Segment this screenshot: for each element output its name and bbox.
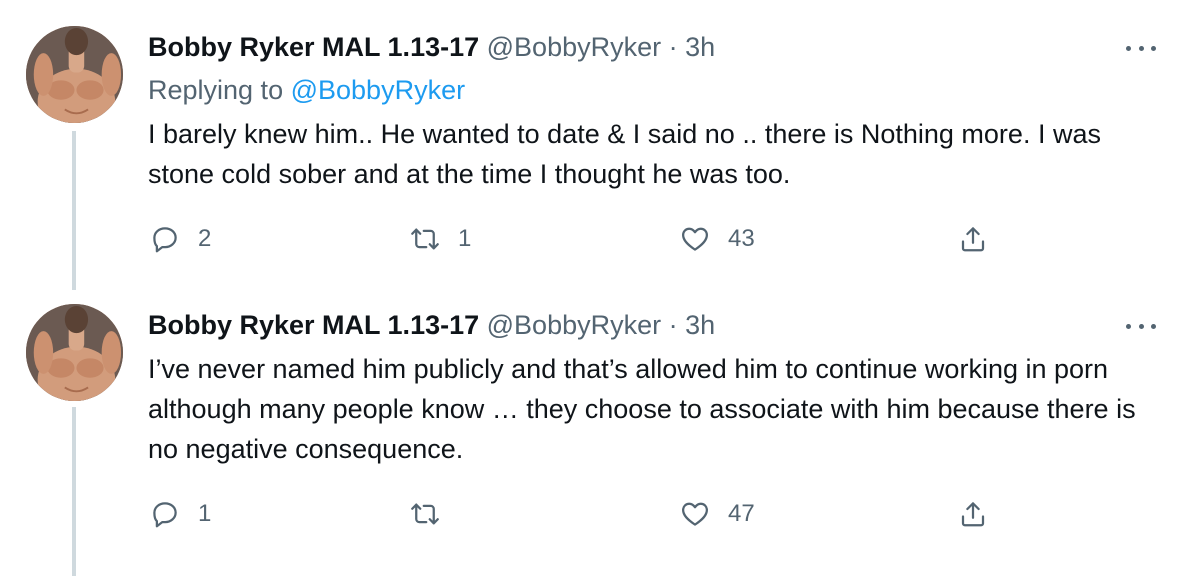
share-icon [961, 227, 985, 252]
retweet-icon [411, 228, 439, 250]
avatar[interactable] [26, 304, 123, 401]
avatar-photo [26, 26, 123, 123]
author-name[interactable]: Bobby Ryker MAL 1.13-17 [148, 310, 479, 340]
tweet-text: I barely knew him.. He wanted to date & … [148, 119, 1101, 189]
share-icon [961, 502, 985, 527]
like-count: 47 [728, 500, 755, 527]
header-separator: · [668, 310, 678, 340]
retweet-count: 1 [458, 225, 472, 252]
header-separator: · [668, 32, 678, 62]
tweet-text: I’ve never named him publicly and that’s… [148, 354, 1136, 464]
author-handle[interactable]: @BobbyRyker [487, 32, 661, 62]
reply-icon [153, 227, 177, 253]
heart-icon [682, 502, 708, 526]
avatar[interactable] [26, 26, 123, 123]
reply-count: 1 [198, 500, 212, 527]
replying-mention-link[interactable]: @BobbyRyker [291, 75, 465, 105]
retweet-button[interactable]: 1 [410, 221, 471, 257]
tweet-actions: 1 47 [148, 496, 1008, 532]
reply-count: 2 [198, 225, 212, 252]
like-count: 43 [728, 225, 755, 252]
tweet-header: Bobby Ryker MAL 1.13-17 @BobbyRyker · 3h [148, 308, 715, 342]
share-button[interactable] [958, 496, 988, 532]
author-name[interactable]: Bobby Ryker MAL 1.13-17 [148, 32, 479, 62]
reply-button[interactable]: 1 [150, 496, 211, 532]
like-button[interactable]: 43 [680, 221, 755, 257]
heart-icon [682, 227, 708, 251]
tweet-header: Bobby Ryker MAL 1.13-17 @BobbyRyker · 3h [148, 30, 715, 64]
tweet[interactable]: Bobby Ryker MAL 1.13-17 @BobbyRyker · 3h… [0, 0, 1194, 290]
share-button[interactable] [958, 221, 988, 257]
retweet-button[interactable] [410, 496, 458, 532]
reply-icon [153, 502, 177, 528]
like-button[interactable]: 47 [680, 496, 755, 532]
author-handle[interactable]: @BobbyRyker [487, 310, 661, 340]
tweet[interactable]: Bobby Ryker MAL 1.13-17 @BobbyRyker · 3h… [0, 290, 1194, 576]
thread-line [72, 407, 76, 576]
replying-prefix: Replying to [148, 75, 284, 105]
avatar-photo [26, 304, 123, 401]
more-icon[interactable] [1126, 44, 1156, 52]
replying-to: Replying to @BobbyRyker [148, 73, 465, 107]
reply-button[interactable]: 2 [150, 221, 211, 257]
retweet-icon [411, 503, 439, 525]
thread-line [72, 131, 76, 290]
tweet-time[interactable]: 3h [685, 310, 715, 340]
tweet-actions: 2 1 43 [148, 221, 1008, 257]
more-icon[interactable] [1126, 322, 1156, 330]
tweet-time[interactable]: 3h [685, 32, 715, 62]
